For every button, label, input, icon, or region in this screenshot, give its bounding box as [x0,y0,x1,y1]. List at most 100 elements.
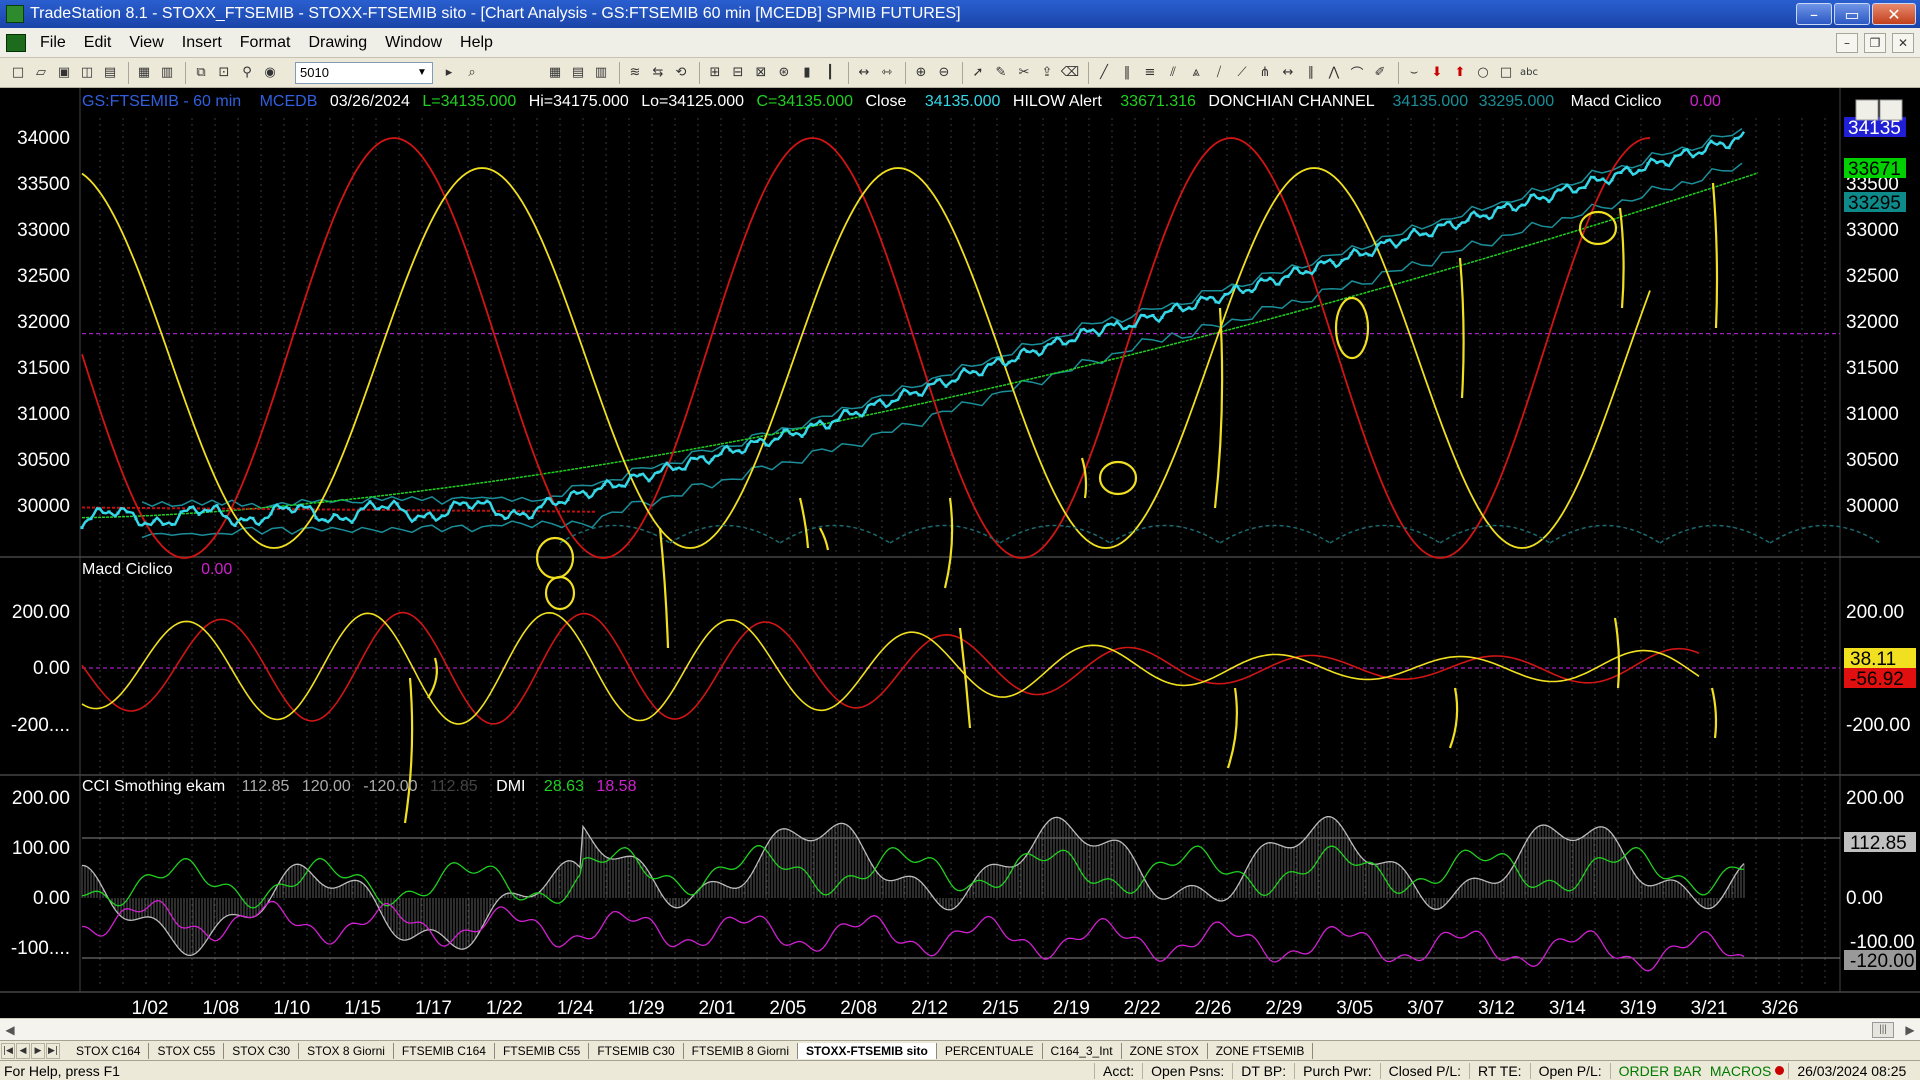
chevron-down-icon[interactable]: ▼ [414,65,430,81]
arrow-up-icon[interactable]: ⬆ [1450,63,1470,83]
horizontal-line-icon[interactable]: ≡ [1140,63,1160,83]
scroll-bars-icon[interactable]: ⇿ [877,63,897,83]
zoom-in-icon[interactable]: ⊕ [911,63,931,83]
rectangle-icon[interactable]: □ [1496,63,1516,83]
speed-lines-icon[interactable]: ⟋ [1232,63,1252,83]
tab-zone-ftsemib[interactable]: ZONE FTSEMIB [1208,1042,1314,1059]
tools-icon[interactable]: ✂ [1014,63,1034,83]
curve-icon[interactable]: ⌣ [1404,63,1424,83]
chart-minimize-button[interactable] [1855,99,1879,121]
channel-icon[interactable]: ⫽ [1163,63,1183,83]
strategy-icon[interactable]: ⚲ [237,63,257,83]
symbol-input[interactable]: 5010 ▼ [295,61,433,84]
menu-window[interactable]: Window [377,34,452,52]
shortcut-icon[interactable]: ✎ [991,63,1011,83]
fib-icon[interactable]: ⩓ [1186,63,1206,83]
candlestick-icon[interactable]: ┃ [820,63,840,83]
menu-format[interactable]: Format [232,34,301,52]
alert-icon[interactable]: ⊟ [728,63,748,83]
play-arrow-icon[interactable]: ▸ [439,63,459,83]
mdi-restore-button[interactable]: ❐ [1864,32,1886,53]
menu-edit[interactable]: Edit [76,34,122,52]
vertical-lines-icon[interactable]: ‖ [1117,63,1137,83]
scroll-left-icon[interactable]: ◀ [0,1023,20,1037]
scroll-track[interactable] [20,1021,1872,1039]
tab-stox-c164[interactable]: STOX C164 [68,1042,150,1059]
bar-spacing-icon[interactable]: ↔ [854,63,874,83]
tab-stox-c30[interactable]: STOX C30 [224,1042,300,1059]
arc-icon[interactable]: ⌒ [1347,63,1367,83]
pencil-icon[interactable]: ✐ [1370,63,1390,83]
menu-help[interactable]: Help [452,34,503,52]
macros-button[interactable]: MACROS [1710,1063,1771,1079]
pointer-icon[interactable]: ➚ [968,63,988,83]
news-icon[interactable]: ⊞ [705,63,725,83]
export-icon[interactable]: ⇪ [1037,63,1057,83]
tab-c164-3-int[interactable]: C164_3_Int [1043,1042,1122,1059]
tab-last-icon[interactable]: ▶| [46,1042,60,1059]
arrow-down-icon[interactable]: ⬇ [1427,63,1447,83]
print-preview-icon[interactable]: ▦ [134,63,154,83]
tab-stoxx-ftsemib-sito[interactable]: STOXX-FTSEMIB sito [798,1042,937,1059]
radar-icon[interactable]: ⊛ [774,63,794,83]
scroll-thumb[interactable]: ||| [1872,1021,1894,1038]
clear-icon[interactable]: ⌫ [1060,63,1080,83]
close-button[interactable]: ✕ [1872,3,1916,25]
tab-ftsemib-c30[interactable]: FTSEMIB C30 [589,1042,684,1059]
tab-percentuale[interactable]: PERCENTUALE [937,1042,1043,1059]
maximize-button[interactable]: ▭ [1834,3,1870,25]
ellipse-icon[interactable]: ○ [1473,63,1493,83]
tab-zone-stox[interactable]: ZONE STOX [1122,1042,1208,1059]
tab-stox-8-giorni[interactable]: STOX 8 Giorni [299,1042,394,1059]
print-icon[interactable]: ▥ [157,63,177,83]
save-icon[interactable]: ▤ [100,63,120,83]
zoom-out-icon[interactable]: ⊖ [934,63,954,83]
search-icon[interactable]: ⌕ [462,63,482,83]
mdi-minimize-button[interactable]: – [1836,32,1858,53]
link-icon[interactable]: ⧉ [191,63,211,83]
gann-icon[interactable]: ⧸ [1209,63,1229,83]
tab-first-icon[interactable]: |◀ [1,1042,15,1059]
horizontal-scrollbar[interactable]: ◀ ||| ▶ [0,1018,1920,1040]
data-window-icon[interactable]: ▥ [591,63,611,83]
scanner-icon[interactable]: ⊠ [751,63,771,83]
fan-icon[interactable]: ⋀ [1324,63,1344,83]
new-window-icon[interactable]: ◫ [77,63,97,83]
insert-strategy-icon[interactable]: ⇆ [648,63,668,83]
open-folder-icon[interactable]: ▱ [31,63,51,83]
tab-ftsemib-c55[interactable]: FTSEMIB C55 [495,1042,590,1059]
tradestation-app-icon[interactable] [6,5,24,23]
arrow-both-icon[interactable]: ↔ [1278,63,1298,83]
parallel-icon[interactable]: ∥ [1301,63,1321,83]
document-system-icon[interactable] [6,33,26,52]
scroll-right-icon[interactable]: ▶ [1900,1023,1920,1037]
tab-next-icon[interactable]: ▶ [31,1042,45,1059]
tab-prev-icon[interactable]: ◀ [16,1042,30,1059]
globe-icon[interactable]: ◉ [260,63,280,83]
menu-view[interactable]: View [121,34,173,52]
andrews-icon[interactable]: ⋔ [1255,63,1275,83]
trendline-icon[interactable]: ╱ [1094,63,1114,83]
format-symbol-icon[interactable]: ▤ [568,63,588,83]
menu-drawing[interactable]: Drawing [300,34,377,52]
tab-ftsemib-c164[interactable]: FTSEMIB C164 [394,1042,495,1059]
chart-analysis-window[interactable]: GS:FTSEMIB - 60 min MCEDB 03/26/2024 L=3… [0,88,1920,1026]
menu-file[interactable]: File [32,34,76,52]
bar-chart-icon[interactable]: ▮ [797,63,817,83]
new-icon[interactable]: □ [8,63,28,83]
chart-type-icon[interactable]: ⟲ [671,63,691,83]
minimize-button[interactable]: – [1796,3,1832,25]
title-bar[interactable]: TradeStation 8.1 - STOXX_FTSEMIB - STOXX… [0,0,1920,28]
format-window-icon[interactable]: ▦ [545,63,565,83]
order-bar-button[interactable]: ORDER BAR [1609,1062,1710,1079]
lock-icon[interactable]: ⊡ [214,63,234,83]
mdi-close-button[interactable]: ✕ [1892,32,1914,53]
workspace-icon[interactable]: ▣ [54,63,74,83]
tab-stox-c55[interactable]: STOX C55 [149,1042,225,1059]
menu-insert[interactable]: Insert [174,34,232,52]
insert-indicator-icon[interactable]: ≋ [625,63,645,83]
chart-canvas[interactable]: GS:FTSEMIB - 60 min MCEDB 03/26/2024 L=3… [0,88,1920,1018]
chart-restore-button[interactable] [1879,99,1903,121]
tab-ftsemib-8-giorni[interactable]: FTSEMIB 8 Giorni [684,1042,799,1059]
text-icon[interactable]: abc [1519,63,1539,83]
